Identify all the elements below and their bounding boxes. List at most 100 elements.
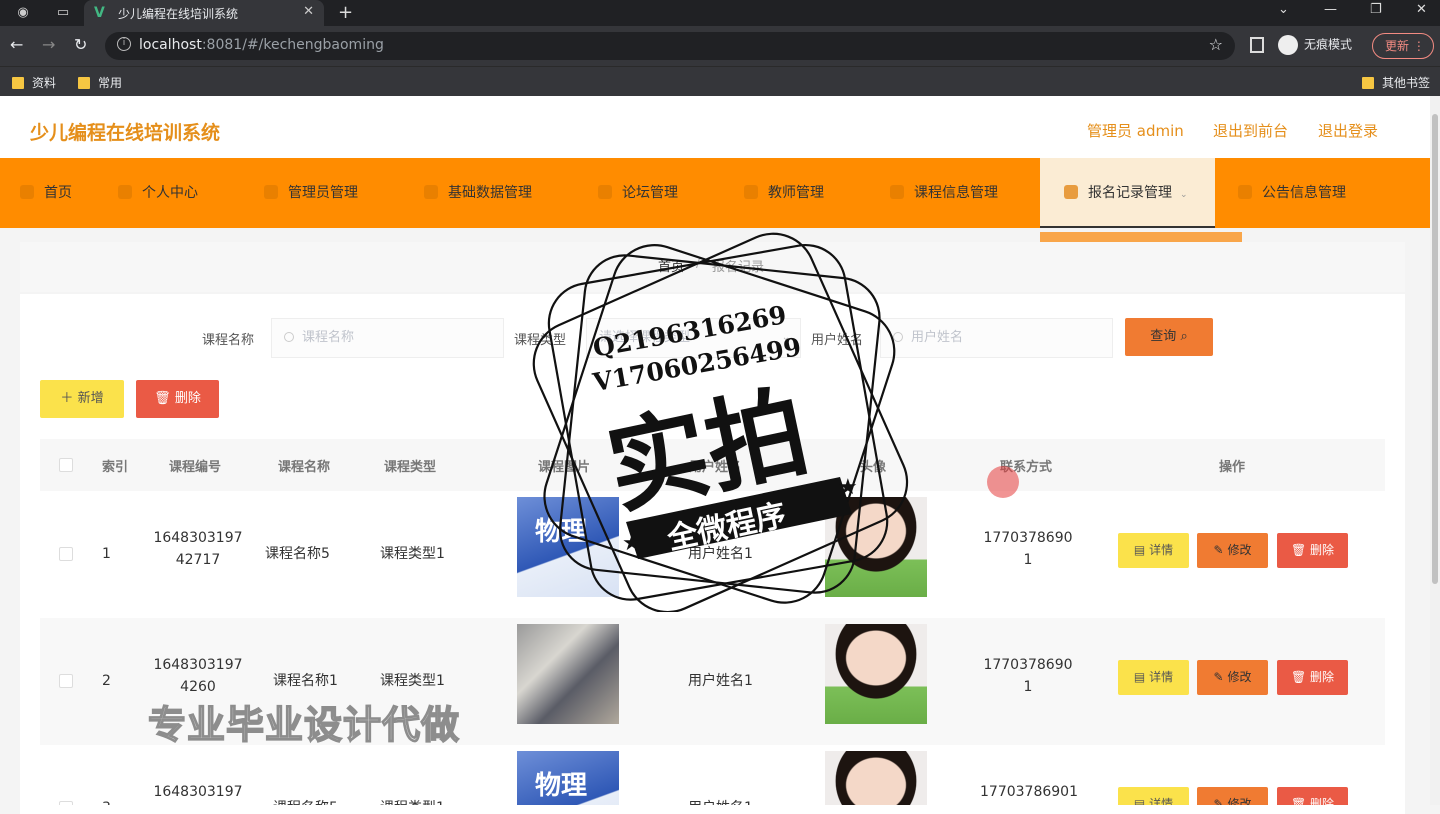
menu-item-base-data[interactable]: 基础数据管理	[414, 158, 542, 228]
menu-item-home[interactable]: 首页	[10, 158, 82, 228]
cell-user-name: 用户姓名1	[688, 546, 753, 562]
tab-title: 少儿编程在线培训系统	[118, 7, 239, 21]
menu-item-courses[interactable]: 课程信息管理	[880, 158, 1008, 228]
pencil-icon: ✎	[1213, 670, 1224, 684]
bookmark-star-icon[interactable]: ☆	[1209, 35, 1223, 54]
chevron-down-icon: ⌄	[781, 332, 790, 343]
delete-button[interactable]: 🗑 删除	[1277, 533, 1348, 568]
page-scrollbar[interactable]	[1430, 96, 1440, 805]
edit-button[interactable]: ✎ 修改	[1197, 660, 1268, 695]
trash-icon: 🗑	[1290, 797, 1307, 805]
menu-item-enrollments[interactable]: 报名记录管理 ⌄	[1040, 158, 1215, 228]
trash-icon: 🗑	[154, 391, 171, 406]
menu-item-profile[interactable]: 个人中心	[108, 158, 208, 228]
user-name-input[interactable]: 用户姓名	[880, 318, 1113, 358]
avatar	[825, 624, 927, 724]
row-checkbox[interactable]	[59, 801, 73, 805]
top-menu: 首页 个人中心 管理员管理 基础数据管理 论坛管理 教师管理 课程信息管理 报名…	[0, 158, 1430, 228]
delete-button[interactable]: 🗑 删除	[1277, 660, 1348, 695]
new-tab-icon[interactable]: +	[338, 2, 353, 23]
browser-tab-strip: ◉ ▭ V 少儿编程在线培训系统 ✕ + ⌄ — ❐ ✕	[0, 0, 1440, 26]
course-name-input[interactable]: 课程名称	[271, 318, 504, 358]
admin-icon	[264, 185, 278, 199]
folder-icon	[78, 77, 90, 89]
detail-icon: ▤	[1133, 543, 1146, 557]
search-icon	[284, 332, 294, 342]
site-info-icon[interactable]: i	[117, 37, 131, 51]
search-button[interactable]: 查询 ⌕	[1125, 318, 1213, 356]
bookmarks-bar: 资料 常用 其他书签	[0, 66, 1440, 96]
add-button[interactable]: ＋ 新增	[40, 380, 124, 418]
reload-icon[interactable]: ↻	[74, 35, 87, 54]
course-image	[517, 624, 619, 724]
avatar	[825, 751, 927, 805]
tab-search-icon[interactable]: ▭	[54, 4, 72, 22]
menu-item-teachers[interactable]: 教师管理	[734, 158, 834, 228]
th-avatar: 头像	[860, 460, 887, 475]
cell-index: 2	[102, 673, 111, 689]
user-icon	[118, 185, 132, 199]
folder-icon	[1362, 77, 1374, 89]
update-button[interactable]: 更新 ⋮	[1372, 33, 1434, 59]
select-all-checkbox[interactable]	[59, 458, 73, 472]
forum-icon	[598, 185, 612, 199]
cell-index: 1	[102, 546, 111, 562]
url-field[interactable]: i localhost:8081/#/kechengbaoming ☆	[105, 32, 1235, 60]
view-button[interactable]: ▤ 详情	[1118, 787, 1189, 805]
address-bar: ← → ↻ i localhost:8081/#/kechengbaoming …	[0, 26, 1440, 66]
menu-item-admins[interactable]: 管理员管理	[254, 158, 368, 228]
database-icon	[424, 185, 438, 199]
avatar	[825, 497, 927, 597]
view-button[interactable]: ▤ 详情	[1118, 660, 1189, 695]
breadcrumb-sep: /	[696, 256, 701, 271]
course-type-select[interactable]: 请选择课程类型 ⌄	[586, 318, 801, 358]
other-bookmarks[interactable]: 其他书签	[1362, 74, 1430, 91]
cell-phone: 17703786901	[983, 657, 1073, 695]
table-row: 3 1648303197 课程名称5 课程类型1 物理 用户姓名1 177037…	[40, 745, 1385, 805]
trash-icon: 🗑	[1290, 543, 1307, 557]
admin-user-label: 管理员 admin	[1087, 122, 1184, 140]
edit-button[interactable]: ✎ 修改	[1197, 787, 1268, 805]
close-window-icon[interactable]: ✕	[1416, 2, 1427, 17]
minimize-icon[interactable]: —	[1324, 2, 1337, 17]
user-name-label: 用户姓名	[811, 333, 864, 348]
incognito-indicator[interactable]: 无痕模式	[1278, 35, 1352, 55]
scrollbar-thumb[interactable]	[1432, 114, 1438, 584]
browser-tab[interactable]: V 少儿编程在线培训系统 ✕	[84, 0, 324, 26]
chevron-down-icon[interactable]: ⌄	[1278, 2, 1289, 17]
detail-icon: ▤	[1133, 797, 1146, 805]
th-course-name: 课程名称	[278, 460, 331, 475]
bookmark-folder-ziliao[interactable]: 资料	[12, 74, 56, 91]
mouse-cursor-highlight	[987, 466, 1019, 498]
globe-icon[interactable]: ◉	[14, 4, 32, 22]
cell-course-type: 课程类型1	[380, 546, 445, 562]
to-front-link[interactable]: 退出到前台	[1213, 120, 1288, 141]
close-tab-icon[interactable]: ✕	[303, 4, 314, 19]
edit-button[interactable]: ✎ 修改	[1197, 533, 1268, 568]
menu-item-forum[interactable]: 论坛管理	[588, 158, 688, 228]
breadcrumb: 首页 / 报名记录	[20, 242, 1405, 292]
th-index: 索引	[102, 460, 129, 475]
batch-delete-button[interactable]: 🗑 删除	[136, 380, 219, 418]
course-type-label: 课程类型	[514, 333, 567, 348]
logout-link[interactable]: 退出登录	[1318, 120, 1378, 141]
view-button[interactable]: ▤ 详情	[1118, 533, 1189, 568]
row-checkbox[interactable]	[59, 674, 73, 688]
maximize-icon[interactable]: ❐	[1370, 2, 1382, 17]
side-panel-icon[interactable]	[1250, 37, 1264, 53]
forward-arrow-icon[interactable]: →	[42, 35, 55, 54]
cell-course-type: 课程类型1	[380, 673, 445, 689]
delete-button[interactable]: 🗑 删除	[1277, 787, 1348, 805]
watermark-footer: 专业毕业设计代做	[147, 702, 461, 748]
bookmark-folder-changyong[interactable]: 常用	[78, 74, 122, 91]
row-checkbox[interactable]	[59, 547, 73, 561]
menu-item-notices[interactable]: 公告信息管理	[1228, 158, 1356, 228]
incognito-icon	[1278, 35, 1298, 55]
breadcrumb-home[interactable]: 首页	[658, 256, 684, 275]
course-image: 物理	[517, 497, 619, 597]
vue-favicon-icon: V	[94, 5, 105, 21]
cell-course-type: 课程类型1	[380, 797, 445, 805]
back-arrow-icon[interactable]: ←	[10, 35, 23, 54]
folder-icon	[12, 77, 24, 89]
table-header: 索引 课程编号 课程名称 课程类型 课程图片 用户姓名 头像 联系方式 操作	[40, 439, 1385, 491]
